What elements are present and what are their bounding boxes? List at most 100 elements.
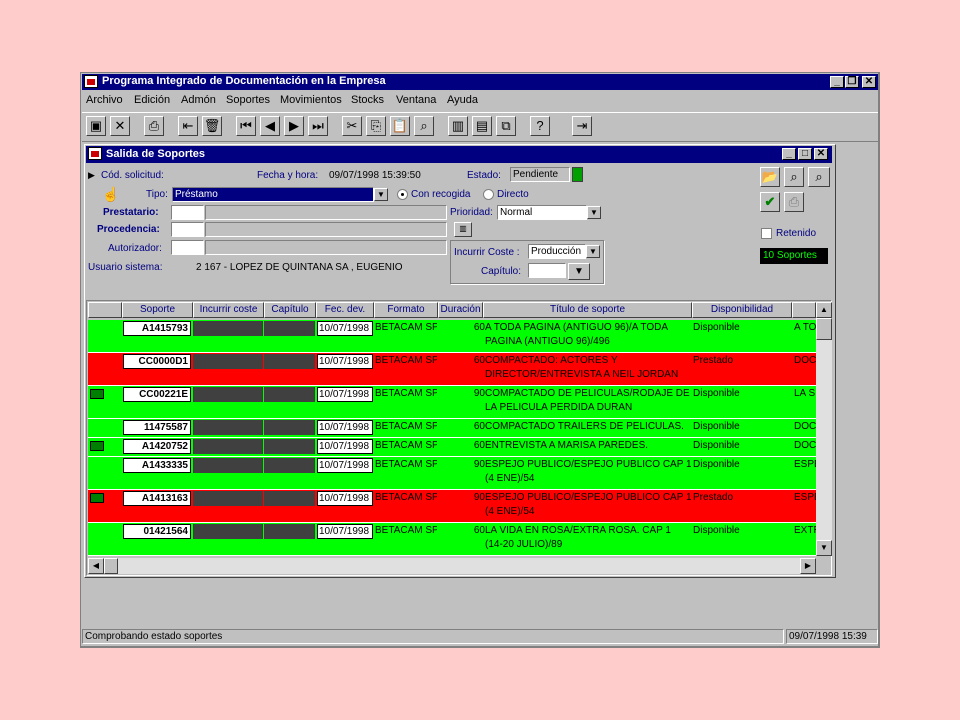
prioridad-dropdown-icon[interactable]: ▼ (587, 206, 601, 219)
next-record-icon[interactable]: ▶ (284, 116, 304, 136)
incurrir-coste-cell[interactable] (193, 354, 263, 369)
incurrir-coste-cell[interactable] (193, 321, 263, 336)
save-icon[interactable]: ▣ (86, 116, 106, 136)
capitulo-cell[interactable] (264, 491, 315, 506)
open-folder-icon[interactable]: 📂 (760, 167, 780, 187)
tile-vertical-icon[interactable]: ▥ (448, 116, 468, 136)
header-incurrir-coste[interactable]: Incurrir coste (193, 302, 264, 318)
header-titulo[interactable]: Título de soporte (483, 302, 692, 318)
search-icon[interactable]: ⌕ (784, 167, 804, 187)
table-row[interactable]: 11475587 10/07/1998 BETACAM SP 60 COMPACTADO… (88, 419, 816, 438)
incurrir-coste-cell[interactable] (193, 491, 263, 506)
procedencia-code-input[interactable] (171, 222, 204, 237)
incurrir-coste-cell[interactable] (193, 458, 263, 473)
menu-ayuda[interactable]: Ayuda (447, 94, 478, 106)
last-record-icon[interactable]: ⏭ (308, 116, 328, 136)
search-all-icon[interactable]: ⌕ (808, 167, 830, 187)
disponibilidad-cell: Disponible (693, 440, 740, 451)
table-row[interactable]: A1433335 10/07/1998 BETACAM SP 90 ESPEJO PUB… (88, 457, 816, 490)
capitulo-cell[interactable] (264, 458, 315, 473)
capitulo-input[interactable] (528, 263, 566, 278)
scroll-left-icon[interactable]: ◀ (88, 558, 104, 574)
cut-icon[interactable]: ✂ (342, 116, 362, 136)
paste-icon[interactable]: 📋 (390, 116, 410, 136)
menu-soportes[interactable]: Soportes (226, 94, 270, 106)
capitulo-dropdown-icon[interactable]: ▼ (568, 263, 590, 280)
header-disponibilidad[interactable]: Disponibilidad (692, 302, 792, 318)
capitulo-cell[interactable] (264, 387, 315, 402)
vertical-scrollbar[interactable]: ▲ ▼ (816, 302, 832, 556)
previous-record-icon[interactable]: ◀ (260, 116, 280, 136)
scroll-down-icon[interactable]: ▼ (816, 540, 832, 556)
header-soporte[interactable]: Soporte (122, 302, 193, 318)
table-row[interactable]: 01421564 10/07/1998 BETACAM SP 60 LA VIDA EN… (88, 523, 816, 556)
capitulo-cell[interactable] (264, 420, 315, 435)
table-row[interactable]: A1415793 10/07/1998 BETACAM SP 60 A TODA PAG… (88, 320, 816, 353)
tile-horizontal-icon[interactable]: ▤ (472, 116, 492, 136)
copy-icon[interactable]: ⎘ (366, 116, 386, 136)
table-row[interactable]: A1413163 10/07/1998 BETACAM SP 90 ESPEJO PUB… (88, 490, 816, 523)
scroll-thumb[interactable] (816, 318, 832, 340)
autorizador-code-input[interactable] (171, 240, 204, 255)
scroll-up-icon[interactable]: ▲ (816, 302, 832, 318)
directo-radio[interactable] (483, 189, 494, 200)
header-fec-dev[interactable]: Fec. dev. (316, 302, 374, 318)
prestatario-code-input[interactable] (171, 205, 204, 220)
horizontal-scrollbar[interactable]: ◀ ▶ (88, 558, 816, 574)
child-minimize-button[interactable]: _ (782, 148, 796, 160)
soporte-cell: A1415793 (123, 321, 191, 336)
table-row[interactable]: CC00221E 10/07/1998 BETACAM SP 90 COMPACTADO… (88, 386, 816, 419)
tipo-select[interactable]: Préstamo (172, 187, 374, 202)
duracion-cell: 60 (473, 525, 485, 536)
status-datetime: 09/07/1998 15:39 (786, 629, 878, 644)
incurrir-coste-cell[interactable] (193, 439, 263, 454)
incurrir-coste-cell[interactable] (193, 524, 263, 539)
hscroll-thumb[interactable] (104, 558, 118, 574)
incurrir-dropdown-icon[interactable]: ▼ (586, 245, 600, 258)
prioridad-select[interactable]: Normal (497, 205, 587, 220)
minimize-button[interactable]: _ (830, 76, 844, 88)
table-row[interactable]: A1420752 10/07/1998 BETACAM SP 60 ENTREVISTA… (88, 438, 816, 457)
close-button[interactable]: ✕ (862, 76, 876, 88)
main-title-bar[interactable]: Programa Integrado de Documentación en l… (82, 74, 878, 90)
tipo-dropdown-icon[interactable]: ▼ (374, 188, 388, 201)
child-close-button[interactable]: ✕ (814, 148, 828, 160)
incurrir-coste-cell[interactable] (193, 420, 263, 435)
child-maximize-button[interactable]: □ (798, 148, 812, 160)
menu-stocks[interactable]: Stocks (351, 94, 384, 106)
fec-dev-cell: 10/07/1998 (317, 439, 373, 454)
con-recogida-radio[interactable] (397, 189, 408, 200)
retenido-checkbox[interactable] (761, 228, 772, 239)
capitulo-cell[interactable] (264, 321, 315, 336)
confirm-check-icon[interactable]: ✔ (760, 192, 780, 212)
menu-ventana[interactable]: Ventana (396, 94, 436, 106)
delete-icon[interactable]: 🗑 (202, 116, 222, 136)
capitulo-cell[interactable] (264, 354, 315, 369)
find-icon[interactable]: ⌕ (414, 116, 434, 136)
prestatario-label: Prestatario: (103, 207, 159, 218)
cancel-icon[interactable]: ✕ (110, 116, 130, 136)
header-duracion[interactable]: Duración (438, 302, 483, 318)
table-row[interactable]: CC0000D1 10/07/1998 BETACAM SP 60 COMPACTADO… (88, 353, 816, 386)
header-formato[interactable]: Formato (374, 302, 438, 318)
status-message: Comprobando estado soportes (82, 629, 784, 644)
restore-button[interactable]: ❐ (845, 76, 859, 88)
incurrir-coste-cell[interactable] (193, 387, 263, 402)
salida-title-bar[interactable]: Salida de Soportes _ □ ✕ (86, 146, 832, 163)
menu-archivo[interactable]: Archivo (86, 94, 123, 106)
print-icon[interactable]: ⎙ (144, 116, 164, 136)
new-record-icon[interactable]: ⇤ (178, 116, 198, 136)
header-capitulo[interactable]: Capítulo (264, 302, 316, 318)
menu-edicion[interactable]: Edición (134, 94, 170, 106)
capitulo-cell[interactable] (264, 524, 315, 539)
exit-icon[interactable]: ⇥ (572, 116, 592, 136)
menu-movimientos[interactable]: Movimientos (280, 94, 342, 106)
capitulo-cell[interactable] (264, 439, 315, 454)
menu-admon[interactable]: Admón (181, 94, 216, 106)
scroll-right-icon[interactable]: ▶ (800, 558, 816, 574)
incurrir-coste-select[interactable]: Producción (528, 244, 586, 259)
cascade-icon[interactable]: ⧉ (496, 116, 516, 136)
procedencia-lookup-button[interactable]: ▥ (454, 222, 472, 237)
help-icon[interactable]: ? (530, 116, 550, 136)
first-record-icon[interactable]: ⏮ (236, 116, 256, 136)
